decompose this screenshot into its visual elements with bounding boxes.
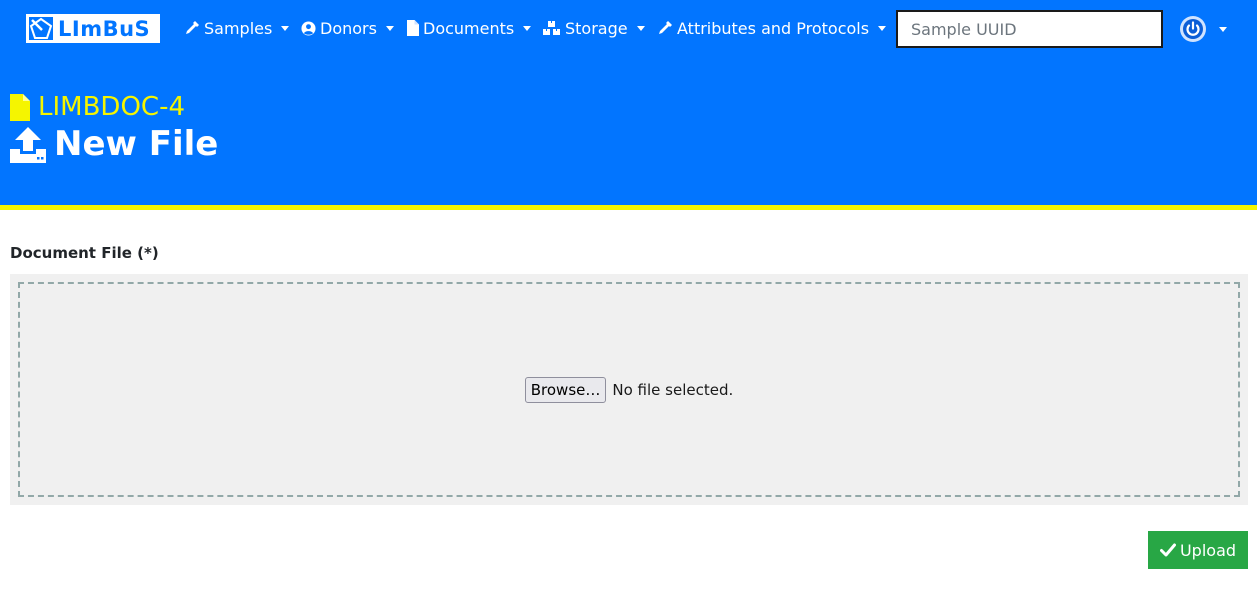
document-id: LIMBDOC-4 [10,92,185,122]
nav-documents-label: Documents [423,18,515,38]
upload-icon [10,126,46,163]
sample-uuid-search-input[interactable] [896,10,1163,48]
upload-button[interactable]: Upload [1148,531,1248,569]
nav-samples[interactable]: Samples [184,17,290,39]
chevron-down-icon [636,25,645,31]
limbus-logo-icon [29,17,53,40]
document-file-label: Document File (*) [10,244,159,262]
nav-samples-label: Samples [204,18,273,38]
file-status-text: No file selected. [612,380,734,399]
nav-donors-label: Donors [320,18,377,38]
navbar: LImBuS Samples Donors Documents Storage … [0,0,1257,56]
chevron-down-icon [281,25,290,31]
brand-name: LImBuS [58,16,151,41]
chevron-down-icon [523,25,532,31]
browse-button[interactable]: Browse… [524,376,607,403]
page-title: New File [10,124,218,164]
boxes-icon [543,21,560,35]
check-icon [1159,543,1176,557]
file-icon [10,93,30,121]
chevron-down-icon [878,25,887,31]
file-icon [407,20,419,36]
page-header: LImBuS Samples Donors Documents Storage … [0,0,1257,210]
document-id-label: LIMBDOC-4 [38,92,185,122]
nav-storage[interactable]: Storage [542,17,645,39]
chevron-down-icon [1219,26,1227,32]
pipette-icon [659,21,672,34]
nav-attributes-protocols[interactable]: Attributes and Protocols [657,17,887,39]
nav-storage-label: Storage [565,18,628,38]
nav-attributes-protocols-label: Attributes and Protocols [677,18,870,38]
power-icon [1180,16,1206,42]
user-circle-icon [301,20,316,36]
page-title-label: New File [54,124,219,164]
pipette-icon [186,21,199,34]
nav-documents[interactable]: Documents [407,17,532,39]
chevron-down-icon [385,25,394,31]
upload-button-label: Upload [1179,540,1237,560]
user-menu[interactable] [1178,14,1227,44]
header-accent-stripe [0,205,1257,210]
brand-logo[interactable]: LImBuS [26,14,160,43]
file-dropzone[interactable]: Browse… No file selected. [10,274,1248,505]
nav-donors[interactable]: Donors [301,17,394,39]
file-dropzone-area[interactable]: Browse… No file selected. [18,282,1240,497]
